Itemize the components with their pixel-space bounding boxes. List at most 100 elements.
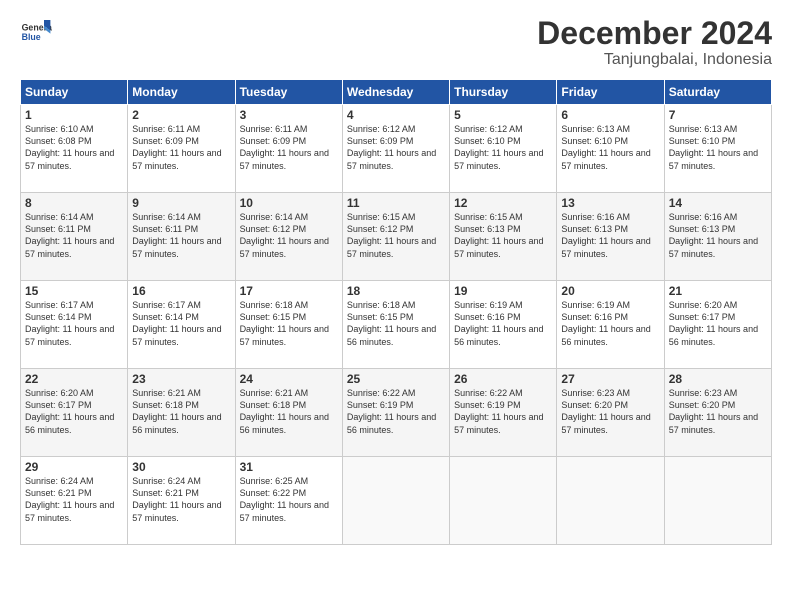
column-header-thursday: Thursday	[450, 80, 557, 105]
day-number: 3	[240, 108, 338, 122]
cell-info: Sunrise: 6:12 AMSunset: 6:09 PMDaylight:…	[347, 123, 445, 172]
calendar-week-2: 8Sunrise: 6:14 AMSunset: 6:11 PMDaylight…	[21, 193, 772, 281]
day-number: 20	[561, 284, 659, 298]
calendar-week-1: 1Sunrise: 6:10 AMSunset: 6:08 PMDaylight…	[21, 105, 772, 193]
day-number: 1	[25, 108, 123, 122]
calendar-cell: 25Sunrise: 6:22 AMSunset: 6:19 PMDayligh…	[342, 369, 449, 457]
calendar-cell: 10Sunrise: 6:14 AMSunset: 6:12 PMDayligh…	[235, 193, 342, 281]
day-number: 28	[669, 372, 767, 386]
day-number: 4	[347, 108, 445, 122]
cell-info: Sunrise: 6:23 AMSunset: 6:20 PMDaylight:…	[669, 387, 767, 436]
calendar-cell: 12Sunrise: 6:15 AMSunset: 6:13 PMDayligh…	[450, 193, 557, 281]
calendar-cell: 21Sunrise: 6:20 AMSunset: 6:17 PMDayligh…	[664, 281, 771, 369]
day-number: 23	[132, 372, 230, 386]
calendar-cell: 17Sunrise: 6:18 AMSunset: 6:15 PMDayligh…	[235, 281, 342, 369]
day-number: 24	[240, 372, 338, 386]
calendar-cell: 18Sunrise: 6:18 AMSunset: 6:15 PMDayligh…	[342, 281, 449, 369]
calendar-cell: 11Sunrise: 6:15 AMSunset: 6:12 PMDayligh…	[342, 193, 449, 281]
cell-info: Sunrise: 6:15 AMSunset: 6:13 PMDaylight:…	[454, 211, 552, 260]
cell-info: Sunrise: 6:11 AMSunset: 6:09 PMDaylight:…	[240, 123, 338, 172]
subtitle: Tanjungbalai, Indonesia	[537, 51, 772, 69]
calendar-cell: 22Sunrise: 6:20 AMSunset: 6:17 PMDayligh…	[21, 369, 128, 457]
cell-info: Sunrise: 6:25 AMSunset: 6:22 PMDaylight:…	[240, 475, 338, 524]
day-number: 25	[347, 372, 445, 386]
cell-info: Sunrise: 6:23 AMSunset: 6:20 PMDaylight:…	[561, 387, 659, 436]
calendar-cell: 24Sunrise: 6:21 AMSunset: 6:18 PMDayligh…	[235, 369, 342, 457]
column-header-monday: Monday	[128, 80, 235, 105]
cell-info: Sunrise: 6:14 AMSunset: 6:11 PMDaylight:…	[25, 211, 123, 260]
day-number: 8	[25, 196, 123, 210]
cell-info: Sunrise: 6:14 AMSunset: 6:11 PMDaylight:…	[132, 211, 230, 260]
day-number: 9	[132, 196, 230, 210]
calendar-cell: 7Sunrise: 6:13 AMSunset: 6:10 PMDaylight…	[664, 105, 771, 193]
day-number: 16	[132, 284, 230, 298]
day-number: 6	[561, 108, 659, 122]
calendar-cell: 30Sunrise: 6:24 AMSunset: 6:21 PMDayligh…	[128, 457, 235, 545]
calendar-table: SundayMondayTuesdayWednesdayThursdayFrid…	[20, 79, 772, 545]
svg-text:Blue: Blue	[22, 32, 41, 42]
calendar-header-row: SundayMondayTuesdayWednesdayThursdayFrid…	[21, 80, 772, 105]
calendar-cell: 15Sunrise: 6:17 AMSunset: 6:14 PMDayligh…	[21, 281, 128, 369]
column-header-friday: Friday	[557, 80, 664, 105]
day-number: 30	[132, 460, 230, 474]
calendar-cell: 8Sunrise: 6:14 AMSunset: 6:11 PMDaylight…	[21, 193, 128, 281]
cell-info: Sunrise: 6:18 AMSunset: 6:15 PMDaylight:…	[240, 299, 338, 348]
calendar-cell: 16Sunrise: 6:17 AMSunset: 6:14 PMDayligh…	[128, 281, 235, 369]
column-header-wednesday: Wednesday	[342, 80, 449, 105]
day-number: 13	[561, 196, 659, 210]
cell-info: Sunrise: 6:18 AMSunset: 6:15 PMDaylight:…	[347, 299, 445, 348]
day-number: 26	[454, 372, 552, 386]
day-number: 14	[669, 196, 767, 210]
calendar-cell: 3Sunrise: 6:11 AMSunset: 6:09 PMDaylight…	[235, 105, 342, 193]
calendar-cell: 14Sunrise: 6:16 AMSunset: 6:13 PMDayligh…	[664, 193, 771, 281]
cell-info: Sunrise: 6:20 AMSunset: 6:17 PMDaylight:…	[25, 387, 123, 436]
day-number: 7	[669, 108, 767, 122]
day-number: 27	[561, 372, 659, 386]
calendar-cell	[557, 457, 664, 545]
day-number: 31	[240, 460, 338, 474]
cell-info: Sunrise: 6:13 AMSunset: 6:10 PMDaylight:…	[561, 123, 659, 172]
calendar-cell: 29Sunrise: 6:24 AMSunset: 6:21 PMDayligh…	[21, 457, 128, 545]
cell-info: Sunrise: 6:22 AMSunset: 6:19 PMDaylight:…	[347, 387, 445, 436]
calendar-week-4: 22Sunrise: 6:20 AMSunset: 6:17 PMDayligh…	[21, 369, 772, 457]
calendar-cell: 2Sunrise: 6:11 AMSunset: 6:09 PMDaylight…	[128, 105, 235, 193]
cell-info: Sunrise: 6:16 AMSunset: 6:13 PMDaylight:…	[561, 211, 659, 260]
logo: General Blue	[20, 16, 52, 48]
page: General Blue December 2024 Tanjungbalai,…	[0, 0, 792, 612]
column-header-tuesday: Tuesday	[235, 80, 342, 105]
day-number: 11	[347, 196, 445, 210]
calendar-cell: 27Sunrise: 6:23 AMSunset: 6:20 PMDayligh…	[557, 369, 664, 457]
column-header-sunday: Sunday	[21, 80, 128, 105]
cell-info: Sunrise: 6:12 AMSunset: 6:10 PMDaylight:…	[454, 123, 552, 172]
calendar-cell	[450, 457, 557, 545]
day-number: 22	[25, 372, 123, 386]
calendar-cell: 28Sunrise: 6:23 AMSunset: 6:20 PMDayligh…	[664, 369, 771, 457]
calendar-cell: 6Sunrise: 6:13 AMSunset: 6:10 PMDaylight…	[557, 105, 664, 193]
cell-info: Sunrise: 6:24 AMSunset: 6:21 PMDaylight:…	[25, 475, 123, 524]
logo-icon: General Blue	[20, 16, 52, 48]
cell-info: Sunrise: 6:22 AMSunset: 6:19 PMDaylight:…	[454, 387, 552, 436]
cell-info: Sunrise: 6:14 AMSunset: 6:12 PMDaylight:…	[240, 211, 338, 260]
calendar-cell: 4Sunrise: 6:12 AMSunset: 6:09 PMDaylight…	[342, 105, 449, 193]
calendar-cell: 31Sunrise: 6:25 AMSunset: 6:22 PMDayligh…	[235, 457, 342, 545]
calendar-cell	[342, 457, 449, 545]
day-number: 17	[240, 284, 338, 298]
header: General Blue December 2024 Tanjungbalai,…	[20, 16, 772, 69]
cell-info: Sunrise: 6:16 AMSunset: 6:13 PMDaylight:…	[669, 211, 767, 260]
calendar-cell: 23Sunrise: 6:21 AMSunset: 6:18 PMDayligh…	[128, 369, 235, 457]
day-number: 2	[132, 108, 230, 122]
cell-info: Sunrise: 6:17 AMSunset: 6:14 PMDaylight:…	[25, 299, 123, 348]
calendar-week-3: 15Sunrise: 6:17 AMSunset: 6:14 PMDayligh…	[21, 281, 772, 369]
cell-info: Sunrise: 6:19 AMSunset: 6:16 PMDaylight:…	[561, 299, 659, 348]
cell-info: Sunrise: 6:19 AMSunset: 6:16 PMDaylight:…	[454, 299, 552, 348]
calendar-cell: 5Sunrise: 6:12 AMSunset: 6:10 PMDaylight…	[450, 105, 557, 193]
cell-info: Sunrise: 6:15 AMSunset: 6:12 PMDaylight:…	[347, 211, 445, 260]
calendar-cell: 26Sunrise: 6:22 AMSunset: 6:19 PMDayligh…	[450, 369, 557, 457]
day-number: 21	[669, 284, 767, 298]
calendar-cell: 1Sunrise: 6:10 AMSunset: 6:08 PMDaylight…	[21, 105, 128, 193]
month-title: December 2024	[537, 16, 772, 51]
day-number: 12	[454, 196, 552, 210]
cell-info: Sunrise: 6:21 AMSunset: 6:18 PMDaylight:…	[132, 387, 230, 436]
cell-info: Sunrise: 6:11 AMSunset: 6:09 PMDaylight:…	[132, 123, 230, 172]
day-number: 29	[25, 460, 123, 474]
